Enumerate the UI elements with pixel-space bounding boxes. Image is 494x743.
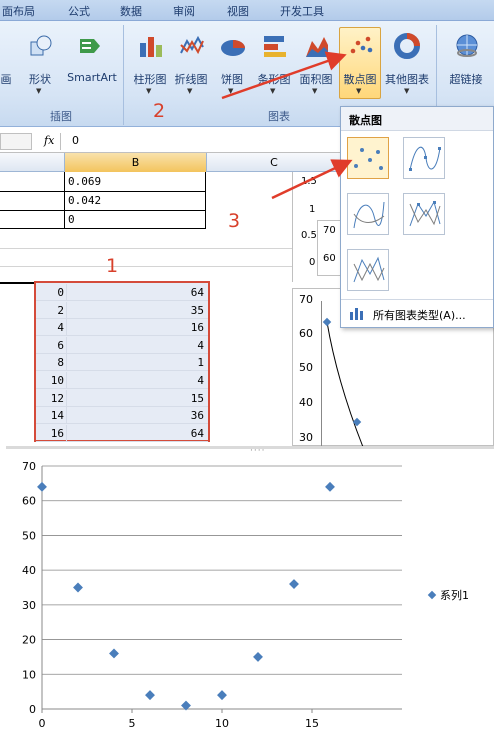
- step-number-2: 2: [153, 100, 166, 122]
- step-number-1: 1: [106, 255, 119, 277]
- arrow-to-scatter-button: [221, 51, 347, 100]
- annotation-arrows: [221, 51, 353, 200]
- step-number-3: 3: [228, 210, 241, 232]
- arrow-to-scatter-option: [271, 159, 353, 200]
